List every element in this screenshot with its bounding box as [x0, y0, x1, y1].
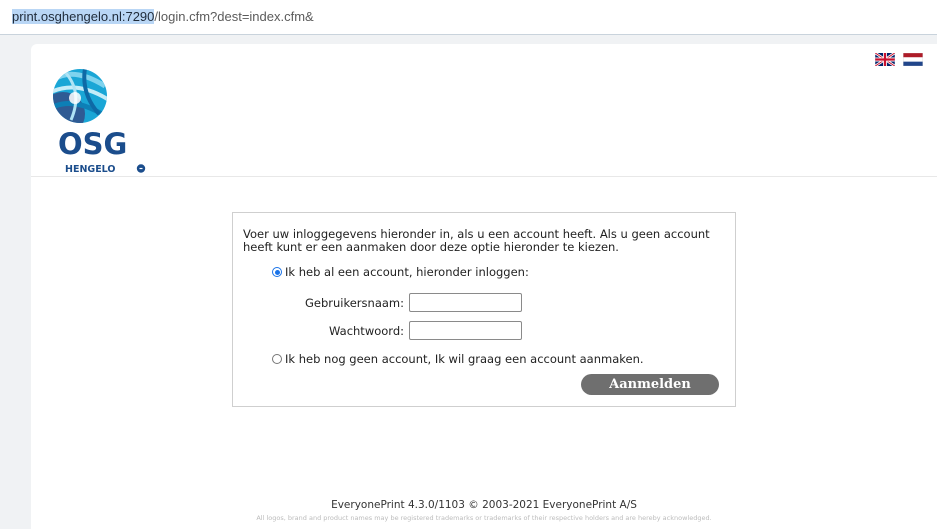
logo-location-text: HENGELO: [65, 164, 115, 174]
option-new-label: Ik heb nog geen account, Ik wil graag ee…: [285, 352, 644, 366]
option-existing-label: Ik heb al een account, hieronder inlogge…: [285, 265, 529, 279]
logo-brand-text: OSG: [58, 127, 127, 161]
address-bar[interactable]: print.osghengelo.nl:7290/login.cfm?dest=…: [0, 0, 937, 35]
osg-hengelo-logo: OSG HENGELO: [53, 69, 146, 174]
password-label: Wachtwoord:: [329, 324, 404, 338]
login-panel: Voer uw inloggegevens hieronder in, als …: [232, 212, 736, 407]
option-existing-account[interactable]: Ik heb al een account, hieronder inlogge…: [272, 265, 529, 279]
address-url[interactable]: print.osghengelo.nl:7290/login.cfm?dest=…: [12, 9, 314, 24]
username-input[interactable]: [409, 293, 522, 312]
login-button[interactable]: Aanmelden: [581, 374, 719, 395]
address-url-host: print.osghengelo.nl:7290: [12, 9, 155, 24]
language-selector: [875, 53, 923, 66]
login-instructions: Voer uw inloggegevens hieronder in, als …: [243, 227, 710, 254]
header-divider: [31, 176, 937, 177]
footer-version: EveryonePrint 4.3.0/1103 © 2003-2021 Eve…: [331, 499, 637, 511]
login-page: OSG HENGELO Voer uw inloggegevens hieron…: [31, 44, 937, 529]
password-input[interactable]: [409, 321, 522, 340]
username-label: Gebruikersnaam:: [304, 296, 404, 310]
radio-existing-account[interactable]: [272, 267, 282, 277]
english-flag-icon[interactable]: [875, 53, 895, 66]
address-url-path: /login.cfm?dest=index.cfm&: [154, 9, 314, 24]
radio-new-account[interactable]: [272, 354, 282, 364]
option-new-account[interactable]: Ik heb nog geen account, Ik wil graag ee…: [272, 352, 644, 366]
footer-legal: All logos, brand and product names may b…: [256, 514, 712, 522]
dutch-flag-icon[interactable]: [903, 53, 923, 66]
